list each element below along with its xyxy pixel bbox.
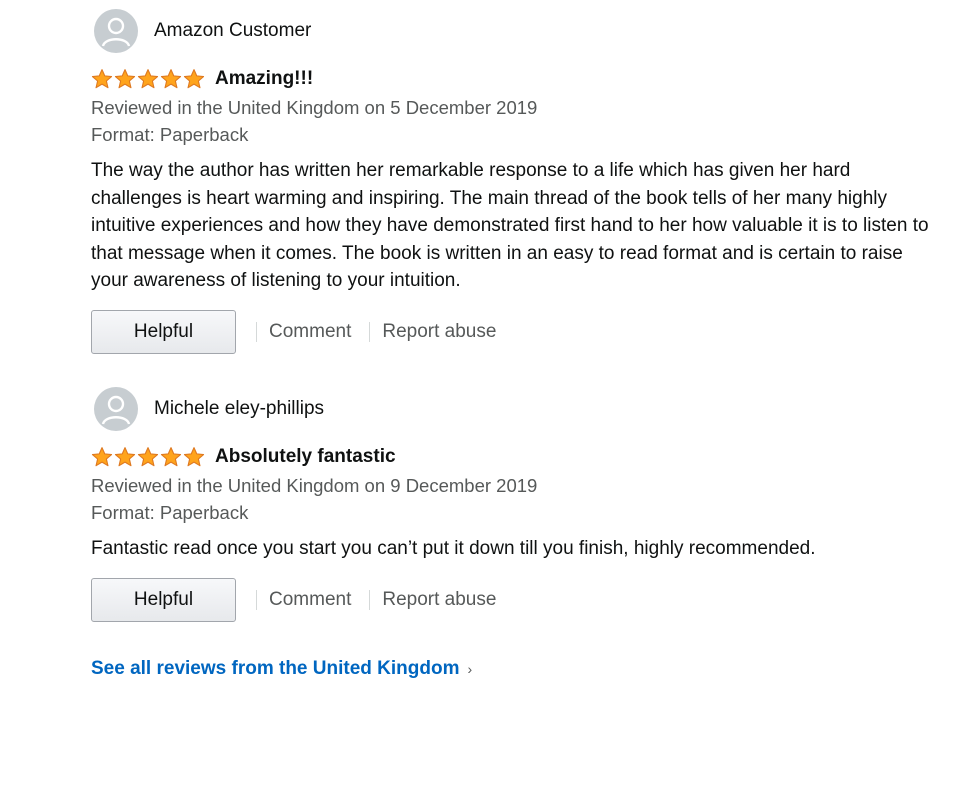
helpful-button[interactable]: Helpful — [91, 309, 236, 354]
review-title[interactable]: Amazing!!! — [215, 68, 313, 90]
review-title[interactable]: Absolutely fantastic — [215, 446, 396, 468]
reviewer-name[interactable]: Michele eley-phillips — [154, 398, 324, 420]
star-icon — [91, 447, 113, 467]
star-icon — [114, 447, 136, 467]
review-header: Amazing!!! — [91, 66, 951, 92]
divider — [369, 321, 371, 342]
star-icon — [91, 69, 113, 89]
comment-link[interactable]: Comment — [269, 321, 351, 343]
review-format: Format: Paperback — [91, 502, 249, 523]
report-abuse-link[interactable]: Report abuse — [382, 589, 496, 611]
reviewer-name[interactable]: Amazon Customer — [154, 20, 311, 42]
review-header: Absolutely fantastic — [91, 444, 951, 470]
review-card: Michele eley-phillips Absolutely fantast… — [91, 386, 951, 622]
comment-link[interactable]: Comment — [269, 589, 351, 611]
star-icon — [183, 447, 205, 467]
report-abuse-link[interactable]: Report abuse — [382, 321, 496, 343]
divider — [369, 589, 371, 610]
review-date: Reviewed in the United Kingdom on 5 Dece… — [91, 97, 538, 118]
divider — [256, 589, 257, 610]
reviewer-profile[interactable]: Amazon Customer — [91, 8, 951, 54]
see-all-reviews-label[interactable]: See all reviews from the United Kingdom — [91, 658, 459, 680]
reviewer-profile[interactable]: Michele eley-phillips — [91, 386, 951, 432]
star-icon — [137, 69, 159, 89]
review-date: Reviewed in the United Kingdom on 9 Dece… — [91, 475, 538, 496]
see-all-reviews-link[interactable]: See all reviews from the United Kingdom … — [91, 658, 472, 680]
review-body: Fantastic read once you start you can’t … — [91, 538, 816, 559]
star-rating[interactable] — [91, 446, 205, 468]
default-user-avatar-icon — [94, 9, 138, 53]
star-icon — [137, 447, 159, 467]
review-body: The way the author has written her remar… — [91, 160, 929, 291]
star-icon — [114, 69, 136, 89]
star-rating[interactable] — [91, 68, 205, 90]
star-icon — [160, 69, 182, 89]
review-format: Format: Paperback — [91, 124, 249, 145]
star-icon — [183, 69, 205, 89]
review-card: Amazon Customer Amazing!!! Reviewed in t… — [91, 8, 951, 354]
helpful-button[interactable]: Helpful — [91, 577, 236, 622]
divider — [256, 321, 257, 342]
chevron-right-icon: › — [467, 661, 473, 677]
reviews-page: Amazon Customer Amazing!!! Reviewed in t… — [0, 0, 965, 800]
default-user-avatar-icon — [94, 387, 138, 431]
review-actions: Helpful Comment Report abuse — [91, 577, 951, 622]
star-icon — [160, 447, 182, 467]
review-actions: Helpful Comment Report abuse — [91, 309, 951, 354]
